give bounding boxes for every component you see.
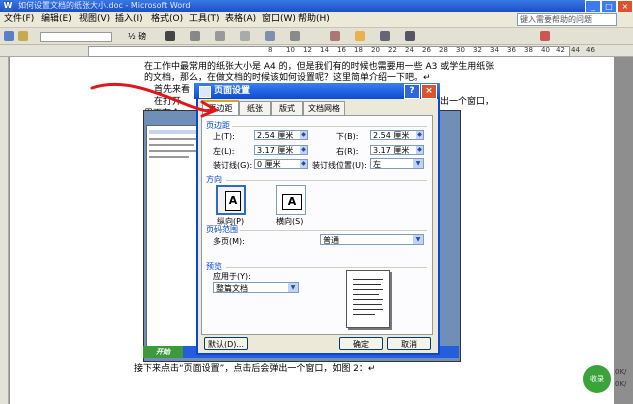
horizontal-ruler: 8 10 12 14 16 18 20 22 24 26 28 30 32 34… [0, 45, 633, 57]
landscape-label: 横向(S) [276, 217, 304, 226]
gutter-label: 装订线(G): [213, 161, 253, 170]
top-label: 上(T): [213, 132, 235, 141]
menu-table[interactable]: 表格(A) [225, 13, 256, 26]
top-margin-input[interactable]: 2.54 厘米 ◆ [254, 130, 308, 140]
dialog-help-button[interactable]: ? [404, 84, 420, 99]
menu-file[interactable]: 文件(F) [4, 13, 34, 26]
menu-insert[interactable]: 插入(I) [115, 13, 143, 26]
distribute-icon[interactable] [330, 31, 340, 41]
line-weight[interactable]: ½ 磅 [128, 31, 146, 42]
border-icon[interactable] [190, 31, 200, 41]
gutter-input[interactable]: 0 厘米 ◆ [254, 159, 308, 169]
more-icon[interactable] [540, 31, 550, 41]
menu-window[interactable]: 窗口(W) [262, 13, 296, 26]
orientation-section-label: 方向 [206, 175, 222, 184]
word-icon: W [3, 1, 13, 11]
ok-button[interactable]: 确定 [339, 337, 383, 350]
sort-icon[interactable] [380, 31, 390, 41]
right-label: 右(R): [336, 147, 359, 156]
page-preview [346, 270, 390, 328]
tab-grid[interactable]: 文档网格 [303, 101, 345, 115]
apply-to-select[interactable]: 整篇文档 ▼ [213, 282, 299, 293]
align-icon[interactable] [290, 31, 300, 41]
gutter-position-select[interactable]: 左 ▼ [370, 158, 424, 169]
line-style-select[interactable] [40, 32, 112, 42]
landscape-page-icon: A [282, 194, 302, 210]
portrait-page-icon: A [225, 191, 241, 211]
default-button[interactable]: 默认(D)... [204, 337, 248, 350]
pen-color-icon[interactable] [165, 31, 175, 41]
right-margin-input[interactable]: 3.17 厘米 ◆ [370, 145, 424, 155]
pages-section-label: 页码范围 [206, 225, 238, 234]
toolbar: ½ 磅 [0, 28, 633, 45]
autoformat-icon[interactable] [355, 31, 365, 41]
menu-bar: 文件(F) 编辑(E) 视图(V) 插入(I) 格式(O) 工具(T) 表格(A… [0, 12, 633, 28]
menu-help[interactable]: 帮助(H) [298, 13, 330, 26]
tab-paper[interactable]: 纸张 [239, 101, 271, 115]
cancel-button[interactable]: 取消 [387, 337, 431, 350]
draw-icon[interactable] [18, 31, 28, 41]
menu-edit[interactable]: 编辑(E) [41, 13, 72, 26]
menu-format[interactable]: 格式(O) [151, 13, 183, 26]
title-bar: W 如何设置文档的纸张大小.doc - Microsoft Word _ □ × [0, 0, 633, 13]
vertical-ruler [0, 57, 9, 404]
left-margin-input[interactable]: 3.17 厘米 ◆ [254, 145, 308, 155]
landscape-button[interactable]: A [276, 185, 306, 215]
shading-icon[interactable] [215, 31, 225, 41]
merge-icon[interactable] [265, 31, 275, 41]
tab-layout[interactable]: 版式 [271, 101, 303, 115]
embedded-start-button: 开始 [143, 346, 183, 358]
portrait-button[interactable]: A [216, 185, 246, 215]
net-speed-widget[interactable]: 收录 [583, 365, 611, 393]
table-icon[interactable] [240, 31, 250, 41]
red-arrow-annotation [90, 82, 220, 118]
bottom-label: 下(B): [336, 132, 359, 141]
sum-icon[interactable] [405, 31, 415, 41]
speed-down: 0K/ [615, 380, 627, 388]
doc-line-4-tail: 出一个窗口， [440, 97, 495, 107]
help-search-input[interactable]: 键入需要帮助的问题 [517, 13, 617, 26]
new-icon[interactable] [4, 31, 14, 41]
bottom-margin-input[interactable]: 2.54 厘米 ◆ [370, 130, 424, 140]
speed-up: 0K/ [615, 368, 627, 376]
multi-pages-select[interactable]: 普通 ▼ [320, 234, 424, 245]
dialog-title-bar: 页面设置 ? × [194, 83, 440, 99]
menu-view[interactable]: 视图(V) [79, 13, 110, 26]
apply-to-label: 应用于(Y): [213, 272, 251, 281]
left-label: 左(L): [213, 147, 235, 156]
window-title: 如何设置文档的纸张大小.doc - Microsoft Word [18, 1, 191, 10]
doc-line-bottom: 接下来点击“页面设置”，点击后会弹出一个窗口，如图 2：↵ [134, 364, 376, 374]
menu-tools[interactable]: 工具(T) [189, 13, 220, 26]
margins-section-label: 页边距 [206, 121, 230, 130]
multi-pages-label: 多页(M): [213, 237, 245, 246]
gutter-position-label: 装订线位置(U): [312, 161, 367, 170]
dialog-close-button[interactable]: × [421, 84, 437, 99]
